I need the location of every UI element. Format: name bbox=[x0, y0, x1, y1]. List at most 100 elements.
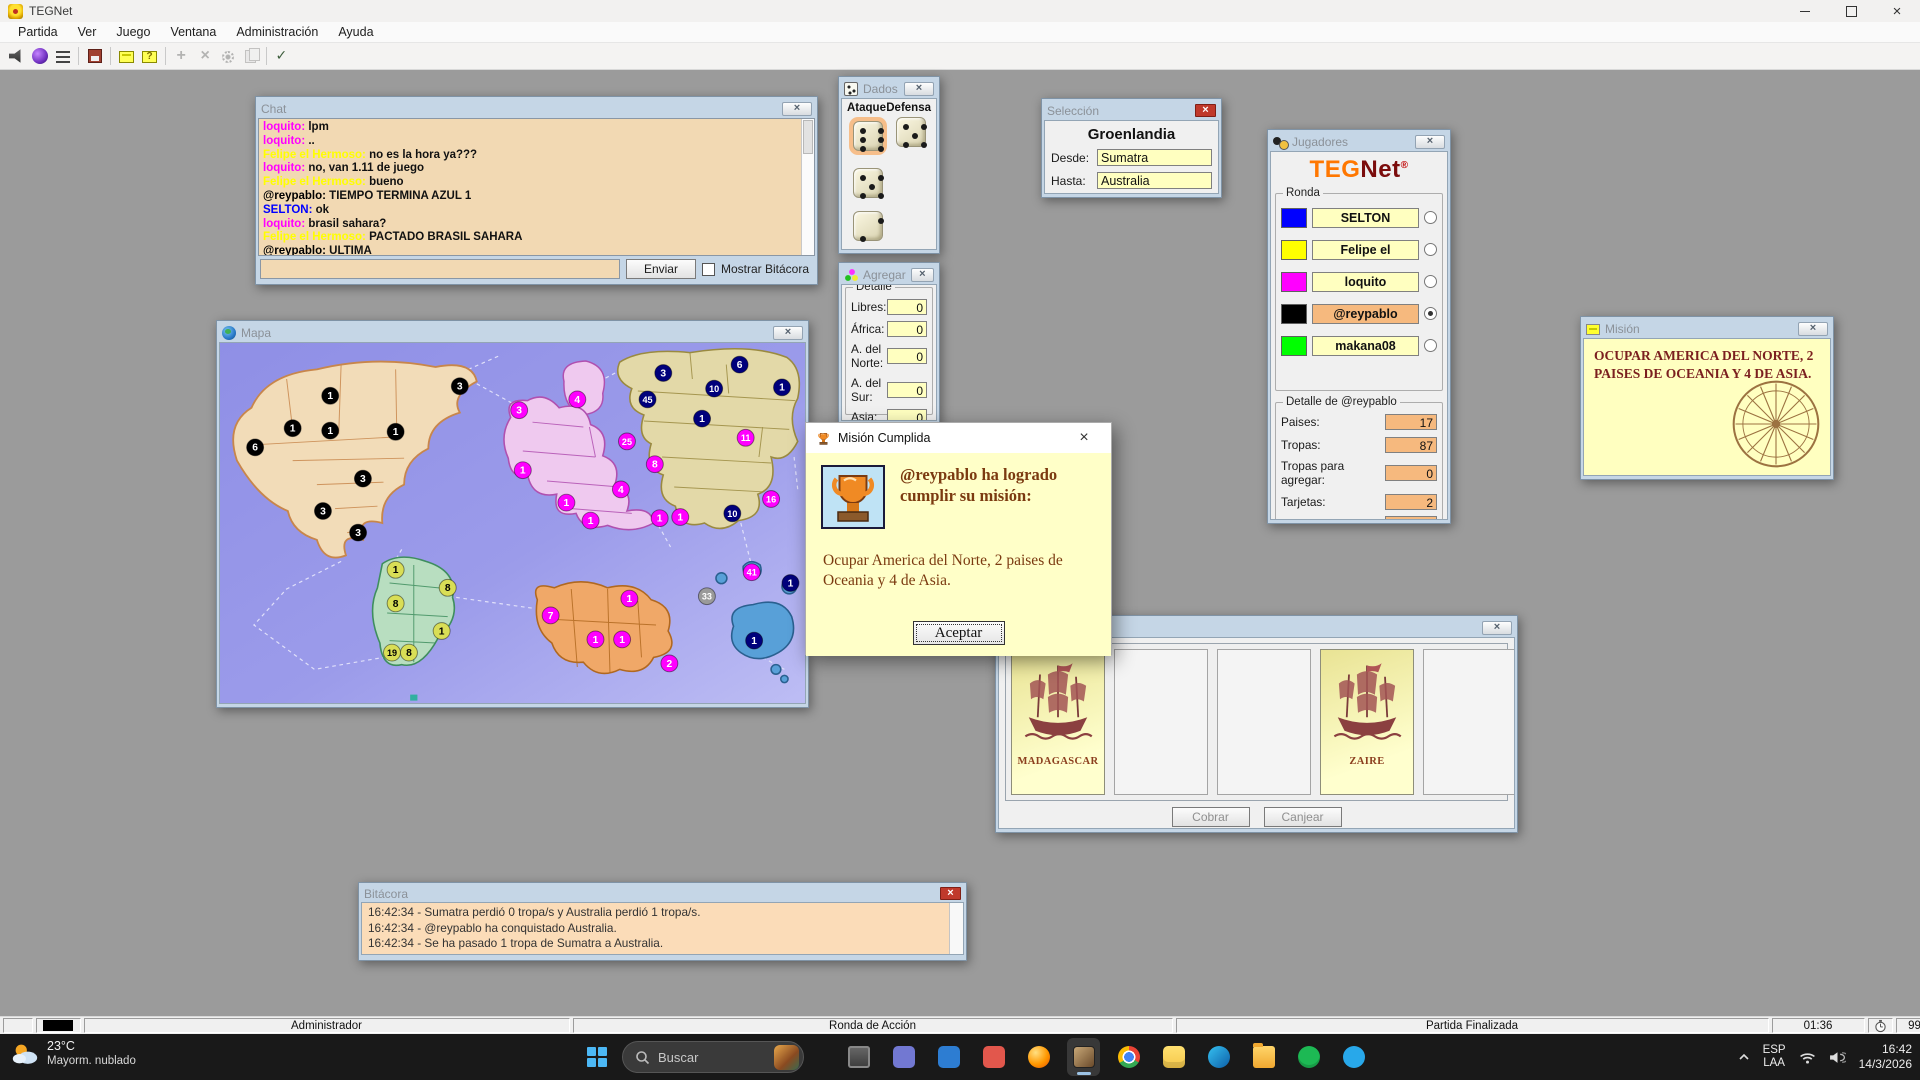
player-turn-radio[interactable] bbox=[1424, 211, 1437, 224]
menu-ayuda[interactable]: Ayuda bbox=[328, 23, 383, 41]
player-turn-radio[interactable] bbox=[1424, 243, 1437, 256]
help-window-button[interactable] bbox=[138, 45, 161, 68]
menu-juego[interactable]: Juego bbox=[106, 23, 160, 41]
taskbar-chrome-button[interactable] bbox=[1112, 1038, 1145, 1076]
taskbar-firefox-button[interactable] bbox=[1022, 1038, 1055, 1076]
continent-row: Libres: 0 bbox=[851, 299, 927, 315]
menu-ventana[interactable]: Ventana bbox=[160, 23, 226, 41]
svg-text:1: 1 bbox=[290, 424, 296, 435]
chat-window-titlebar[interactable]: Chat bbox=[258, 99, 815, 118]
svg-text:41: 41 bbox=[747, 568, 757, 578]
log-titlebar[interactable]: Bitácora bbox=[361, 885, 964, 902]
taskbar-skype-button[interactable] bbox=[1337, 1038, 1370, 1076]
close-icon[interactable] bbox=[1482, 620, 1512, 635]
minimize-icon[interactable] bbox=[1782, 0, 1828, 22]
player-turn-radio[interactable] bbox=[1424, 339, 1437, 352]
svg-text:3: 3 bbox=[360, 474, 366, 485]
taskbar-spotify-button[interactable] bbox=[1292, 1038, 1325, 1076]
close-icon[interactable] bbox=[940, 887, 961, 900]
stat-label: Canjes Realizados: bbox=[1281, 517, 1385, 519]
menu-administración[interactable]: Administración bbox=[226, 23, 328, 41]
search-highlight-image[interactable] bbox=[774, 1044, 799, 1070]
map-titlebar[interactable]: Mapa bbox=[219, 323, 806, 342]
from-field[interactable]: Sumatra bbox=[1097, 149, 1212, 166]
world-button[interactable] bbox=[28, 45, 51, 68]
close-icon[interactable] bbox=[1798, 321, 1828, 336]
maximize-icon[interactable] bbox=[1828, 0, 1874, 22]
chat-message: loquito: no, van 1.11 de juego bbox=[263, 162, 425, 175]
close-icon[interactable] bbox=[1874, 0, 1920, 22]
log-scrollbar[interactable] bbox=[949, 903, 963, 954]
close-icon[interactable] bbox=[782, 101, 812, 116]
country-card[interactable]: MADAGASCAR bbox=[1011, 649, 1105, 795]
empty-card-slot[interactable] bbox=[1114, 649, 1208, 795]
mission-titlebar[interactable]: Misión bbox=[1583, 319, 1831, 338]
skype-icon bbox=[1342, 1046, 1365, 1068]
country-card[interactable]: ZAIRE bbox=[1320, 649, 1414, 795]
add-troops-titlebar[interactable]: Agregar bbox=[841, 265, 937, 284]
player-list: SELTON Felipe el Hermoso loquito @reypablo m… bbox=[1276, 194, 1442, 356]
menu-partida[interactable]: Partida bbox=[8, 23, 68, 41]
stopwatch-icon bbox=[1874, 1019, 1886, 1032]
scrollbar-thumb[interactable] bbox=[803, 120, 813, 154]
collect-button[interactable]: Cobrar bbox=[1171, 807, 1250, 827]
taskbar-tegnet-button[interactable] bbox=[1067, 1038, 1100, 1076]
player-turn-radio[interactable] bbox=[1424, 275, 1437, 288]
chat-window-icon bbox=[119, 51, 134, 63]
taskbar-monitor-button[interactable] bbox=[842, 1038, 875, 1076]
player-turn-radio[interactable] bbox=[1424, 307, 1437, 320]
hidden-icons-chevron[interactable] bbox=[1738, 1053, 1750, 1061]
close-icon[interactable] bbox=[773, 325, 803, 340]
continent-value: 0 bbox=[887, 320, 927, 337]
search-placeholder: Buscar bbox=[658, 1049, 699, 1065]
close-icon[interactable] bbox=[1067, 429, 1101, 447]
empty-card-slot[interactable] bbox=[1217, 649, 1311, 795]
svg-text:25: 25 bbox=[622, 437, 632, 447]
taskbar-mail-button[interactable] bbox=[932, 1038, 965, 1076]
clock[interactable]: 16:42 14/3/2026 bbox=[1859, 1042, 1912, 1072]
speaker-icon[interactable] bbox=[1829, 1051, 1846, 1064]
to-field[interactable]: Australia bbox=[1097, 172, 1212, 189]
save-button[interactable] bbox=[83, 45, 106, 68]
language-indicator[interactable]: ESP LAA bbox=[1763, 1044, 1786, 1070]
world-map[interactable]: 13161 1333188119 83425111481 13610451111101… bbox=[220, 343, 805, 703]
chat-input[interactable] bbox=[260, 259, 620, 279]
taskbar-weather[interactable]: 23°C Mayorm. nublado bbox=[10, 1039, 136, 1068]
players-titlebar[interactable]: Jugadores bbox=[1270, 132, 1448, 151]
menu-ver[interactable]: Ver bbox=[68, 23, 107, 41]
stat-row: Paises: 17 bbox=[1281, 414, 1437, 430]
show-log-checkbox[interactable] bbox=[701, 262, 715, 276]
accept-button[interactable]: Aceptar bbox=[912, 621, 1005, 645]
taskbar-notes-button[interactable] bbox=[1157, 1038, 1190, 1076]
taskbar-explorer-button[interactable] bbox=[1247, 1038, 1280, 1076]
taskbar-store-button[interactable] bbox=[977, 1038, 1010, 1076]
dice-window-titlebar[interactable]: Dados bbox=[841, 79, 937, 98]
dialog-titlebar[interactable]: Misión Cumplida bbox=[806, 423, 1111, 453]
add-button[interactable] bbox=[170, 45, 193, 68]
close-icon[interactable] bbox=[904, 81, 934, 96]
send-button[interactable]: Enviar bbox=[625, 259, 696, 279]
svg-text:1: 1 bbox=[751, 636, 757, 647]
close-icon[interactable] bbox=[1415, 134, 1445, 149]
empty-card-slot[interactable] bbox=[1423, 649, 1514, 795]
copy-button[interactable] bbox=[239, 45, 262, 68]
settings-button[interactable] bbox=[216, 45, 239, 68]
speaker-button[interactable] bbox=[5, 45, 28, 68]
search-box[interactable]: Buscar bbox=[622, 1041, 804, 1073]
chat-scrollbar[interactable] bbox=[801, 119, 814, 255]
ship-illustration bbox=[1022, 658, 1094, 754]
selection-titlebar[interactable]: Selección bbox=[1044, 101, 1219, 120]
chat-message: loquito: lpm bbox=[263, 121, 329, 133]
wifi-icon[interactable] bbox=[1799, 1051, 1816, 1064]
check-button[interactable] bbox=[271, 45, 294, 68]
chat-window-button[interactable] bbox=[115, 45, 138, 68]
close-icon[interactable] bbox=[1195, 104, 1216, 117]
taskbar-edge-button[interactable] bbox=[1202, 1038, 1235, 1076]
close-icon[interactable] bbox=[910, 267, 934, 282]
list-button[interactable] bbox=[51, 45, 74, 68]
delete-button[interactable] bbox=[193, 45, 216, 68]
taskbar-teams-button[interactable] bbox=[887, 1038, 920, 1076]
start-button[interactable] bbox=[580, 1042, 614, 1072]
exchange-button[interactable]: Canjear bbox=[1263, 807, 1342, 827]
status-panel-blank bbox=[2, 1018, 33, 1033]
